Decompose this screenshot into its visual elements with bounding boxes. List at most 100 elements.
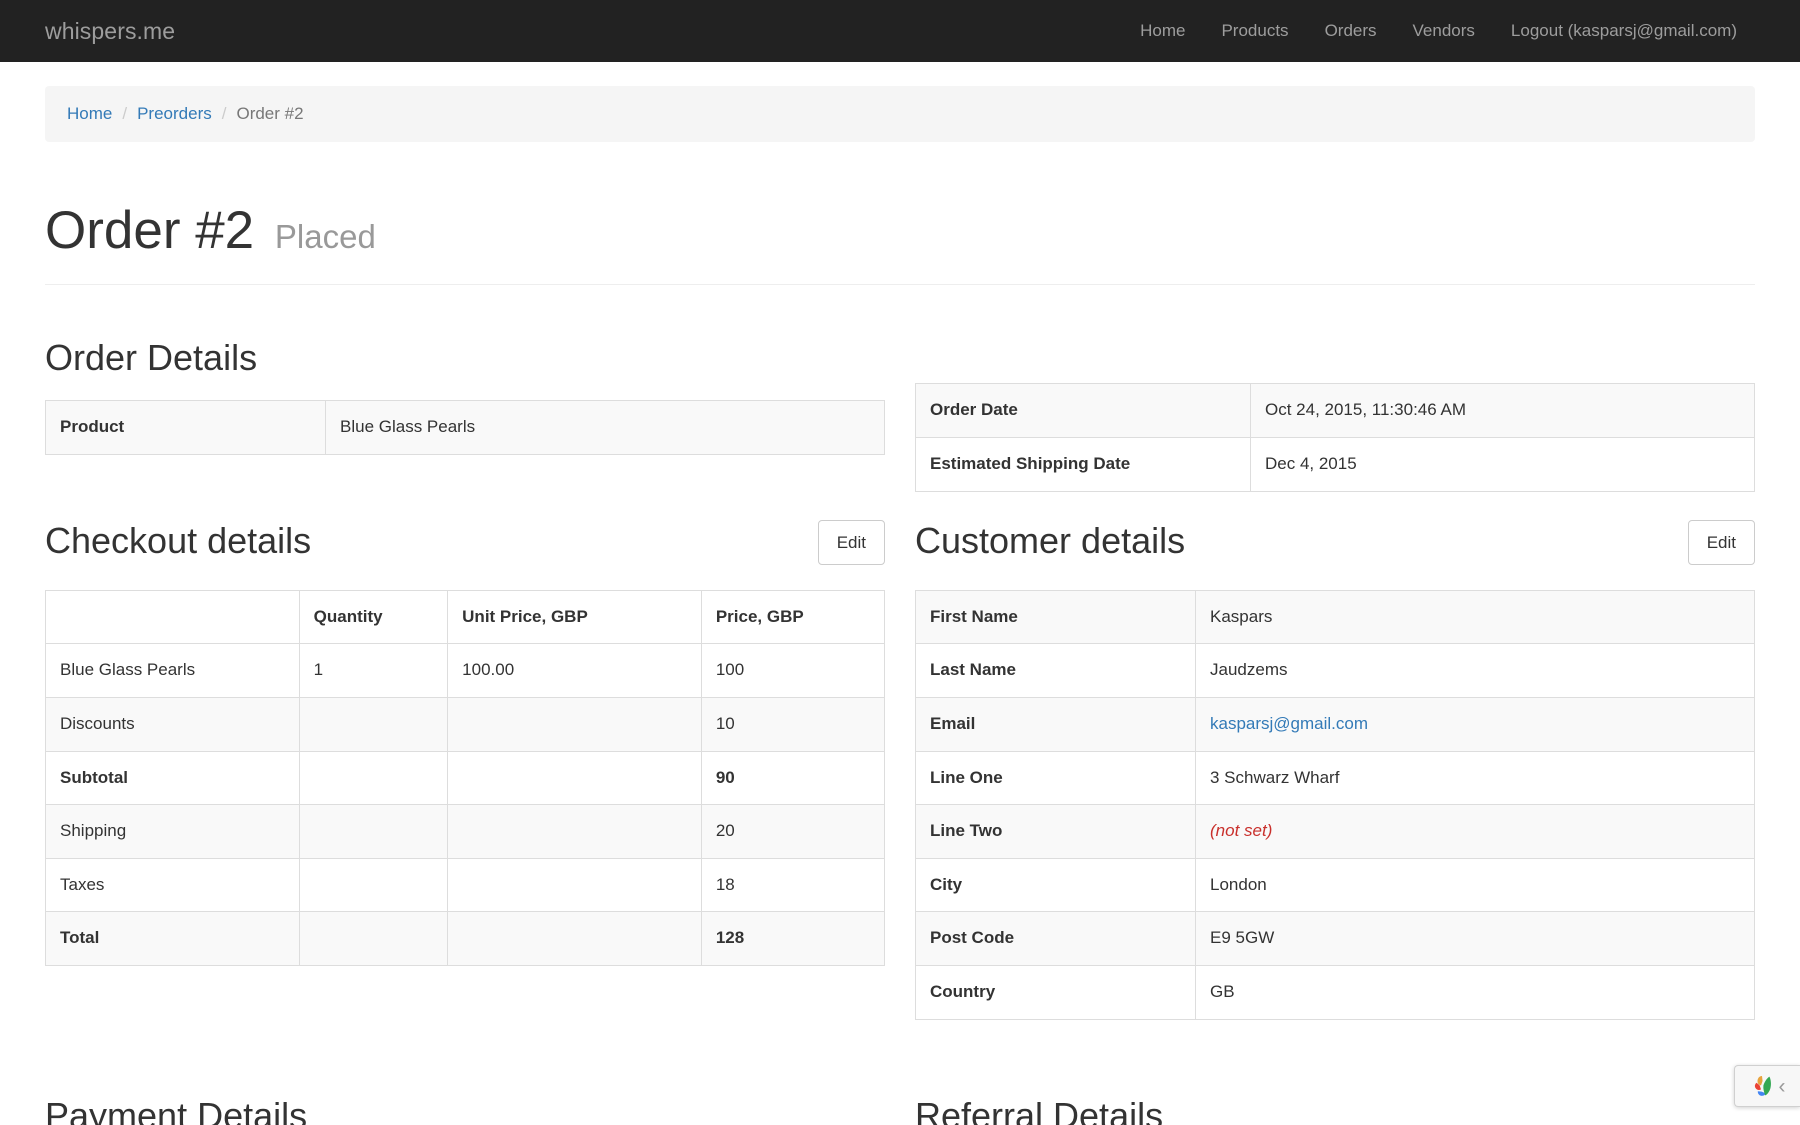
- cell-item-label: Discounts: [45, 696, 300, 752]
- table-row: Line One 3 Schwarz Wharf: [915, 750, 1755, 806]
- table-row: Total 128: [45, 911, 886, 967]
- table-row: Country GB: [915, 965, 1755, 1020]
- picasa-flower-icon[interactable]: [1750, 1073, 1776, 1099]
- order-dates-table: Order Date Oct 24, 2015, 11:30:46 AM Est…: [915, 383, 1755, 492]
- nav-item-products[interactable]: Products: [1203, 0, 1306, 62]
- row-key-last-name: Last Name: [915, 643, 1196, 698]
- cell-quantity: [298, 857, 449, 913]
- row-key-line-two: Line Two: [915, 804, 1196, 859]
- nav-link-logout[interactable]: Logout (kasparsj@gmail.com): [1493, 0, 1755, 62]
- floating-toolbar-widget[interactable]: ‹: [1734, 1065, 1800, 1107]
- breadcrumb-item-preorders[interactable]: Preorders: [137, 104, 212, 124]
- breadcrumb-separator: /: [221, 104, 227, 123]
- payment-details-column: Payment Details: [30, 1068, 900, 1125]
- cell-price: 128: [700, 911, 886, 967]
- referral-details-heading: Referral Details: [915, 1094, 1164, 1125]
- nav-item-logout[interactable]: Logout (kasparsj@gmail.com): [1493, 0, 1755, 62]
- row-key-order-date: Order Date: [915, 383, 1251, 438]
- payment-details-heading: Payment Details: [45, 1094, 308, 1125]
- edit-customer-button[interactable]: Edit: [1687, 519, 1755, 566]
- main-navigation: Home Products Orders Vendors Logout (kas…: [1122, 0, 1755, 62]
- row-key-estimated-shipping-date: Estimated Shipping Date: [915, 436, 1251, 492]
- nav-link-orders[interactable]: Orders: [1307, 0, 1395, 62]
- cell-unit-price: [447, 696, 702, 752]
- email-link[interactable]: kasparsj@gmail.com: [1210, 714, 1368, 733]
- cell-item-label: Shipping: [45, 804, 300, 859]
- edit-checkout-button[interactable]: Edit: [817, 519, 885, 566]
- referral-details-column: Referral Details: [900, 1068, 1770, 1125]
- nav-item-orders[interactable]: Orders: [1307, 0, 1395, 62]
- checkout-details-table: Quantity Unit Price, GBP Price, GBP Blue…: [45, 589, 886, 967]
- order-details-right-spacer: [915, 310, 1755, 383]
- nav-link-home[interactable]: Home: [1122, 0, 1203, 62]
- cell-unit-price: [447, 911, 702, 967]
- nav-item-home[interactable]: Home: [1122, 0, 1203, 62]
- not-set-placeholder: (not set): [1210, 821, 1273, 841]
- breadcrumb-item-home[interactable]: Home: [67, 104, 112, 124]
- row-value-last-name: Jaudzems: [1195, 643, 1755, 698]
- order-details-heading: Order Details: [45, 337, 258, 379]
- row-value-country: GB: [1195, 965, 1755, 1020]
- customer-details-body: First Name Kaspars Last Name Jaudzems Em…: [915, 589, 1755, 1020]
- cell-unit-price: [447, 804, 702, 859]
- cell-item-label: Taxes: [45, 857, 300, 913]
- checkout-details-column: Checkout details Edit Quantity Unit Pric…: [30, 492, 900, 1020]
- cell-price: 100: [700, 643, 886, 698]
- page-title: Order #2 Placed: [45, 201, 1755, 260]
- row-value-city: London: [1195, 857, 1755, 913]
- cell-unit-price: [447, 857, 702, 913]
- table-row: Product Blue Glass Pearls: [45, 399, 885, 455]
- cell-quantity: [298, 696, 449, 752]
- checkout-details-header: Checkout details Edit: [45, 519, 885, 568]
- customer-details-header: Customer details Edit: [915, 519, 1755, 568]
- breadcrumb-link-home[interactable]: Home: [67, 104, 112, 123]
- table-row: Taxes 18: [45, 857, 886, 913]
- column-header-price: Price, GBP: [700, 589, 886, 645]
- page-header: Order #2 Placed: [45, 201, 1755, 286]
- nav-link-products[interactable]: Products: [1203, 0, 1306, 62]
- breadcrumb-link-preorders[interactable]: Preorders: [137, 104, 212, 123]
- cell-price: 18: [700, 857, 886, 913]
- table-row: Blue Glass Pearls 1 100.00 100: [45, 643, 886, 698]
- row-value-estimated-shipping-date: Dec 4, 2015: [1250, 436, 1755, 492]
- cell-price: 10: [700, 696, 886, 752]
- row-value-post-code: E9 5GW: [1195, 911, 1755, 967]
- cell-item-label: Subtotal: [45, 750, 300, 806]
- table-row: Email kasparsj@gmail.com: [915, 696, 1755, 752]
- checkout-details-body: Blue Glass Pearls 1 100.00 100 Discounts…: [45, 643, 886, 967]
- checkout-details-heading: Checkout details: [45, 519, 312, 561]
- table-row: Post Code E9 5GW: [915, 911, 1755, 967]
- brand-logo[interactable]: whispers.me: [45, 0, 175, 62]
- row-value-first-name: Kaspars: [1195, 589, 1755, 645]
- customer-details-table: First Name Kaspars Last Name Jaudzems Em…: [915, 589, 1755, 1020]
- cell-quantity: [298, 750, 449, 806]
- table-row: Line Two (not set): [915, 804, 1755, 859]
- row-value-line-two: (not set): [1195, 804, 1755, 859]
- row-key-line-one: Line One: [915, 750, 1196, 806]
- row-key-post-code: Post Code: [915, 911, 1196, 967]
- row-key-email: Email: [915, 696, 1196, 752]
- nav-item-vendors[interactable]: Vendors: [1395, 0, 1493, 62]
- chevron-left-icon[interactable]: ‹: [1779, 1076, 1786, 1097]
- table-row: First Name Kaspars: [915, 589, 1755, 645]
- top-navbar: whispers.me Home Products Orders Vendors…: [0, 0, 1800, 62]
- cell-quantity: [298, 911, 449, 967]
- page-title-text: Order #2: [45, 201, 255, 260]
- order-details-section: Order Details Product Blue Glass Pearls …: [30, 310, 1770, 492]
- row-key-first-name: First Name: [915, 589, 1196, 645]
- checkout-customer-section: Checkout details Edit Quantity Unit Pric…: [30, 492, 1770, 1020]
- cell-item-label: Blue Glass Pearls: [45, 643, 300, 698]
- row-value-email: kasparsj@gmail.com: [1195, 696, 1755, 752]
- table-header-row: Quantity Unit Price, GBP Price, GBP: [45, 589, 886, 645]
- row-value-product: Blue Glass Pearls: [325, 399, 885, 455]
- table-row: Order Date Oct 24, 2015, 11:30:46 AM: [915, 383, 1755, 438]
- row-value-order-date: Oct 24, 2015, 11:30:46 AM: [1250, 383, 1755, 438]
- column-header-quantity: Quantity: [298, 589, 449, 645]
- cell-price: 90: [700, 750, 886, 806]
- cell-unit-price: [447, 750, 702, 806]
- order-details-right-column: Order Date Oct 24, 2015, 11:30:46 AM Est…: [900, 310, 1770, 492]
- nav-link-vendors[interactable]: Vendors: [1395, 0, 1493, 62]
- table-row: Discounts 10: [45, 696, 886, 752]
- row-key-product: Product: [45, 399, 326, 455]
- breadcrumb: Home / Preorders / Order #2: [45, 86, 1755, 142]
